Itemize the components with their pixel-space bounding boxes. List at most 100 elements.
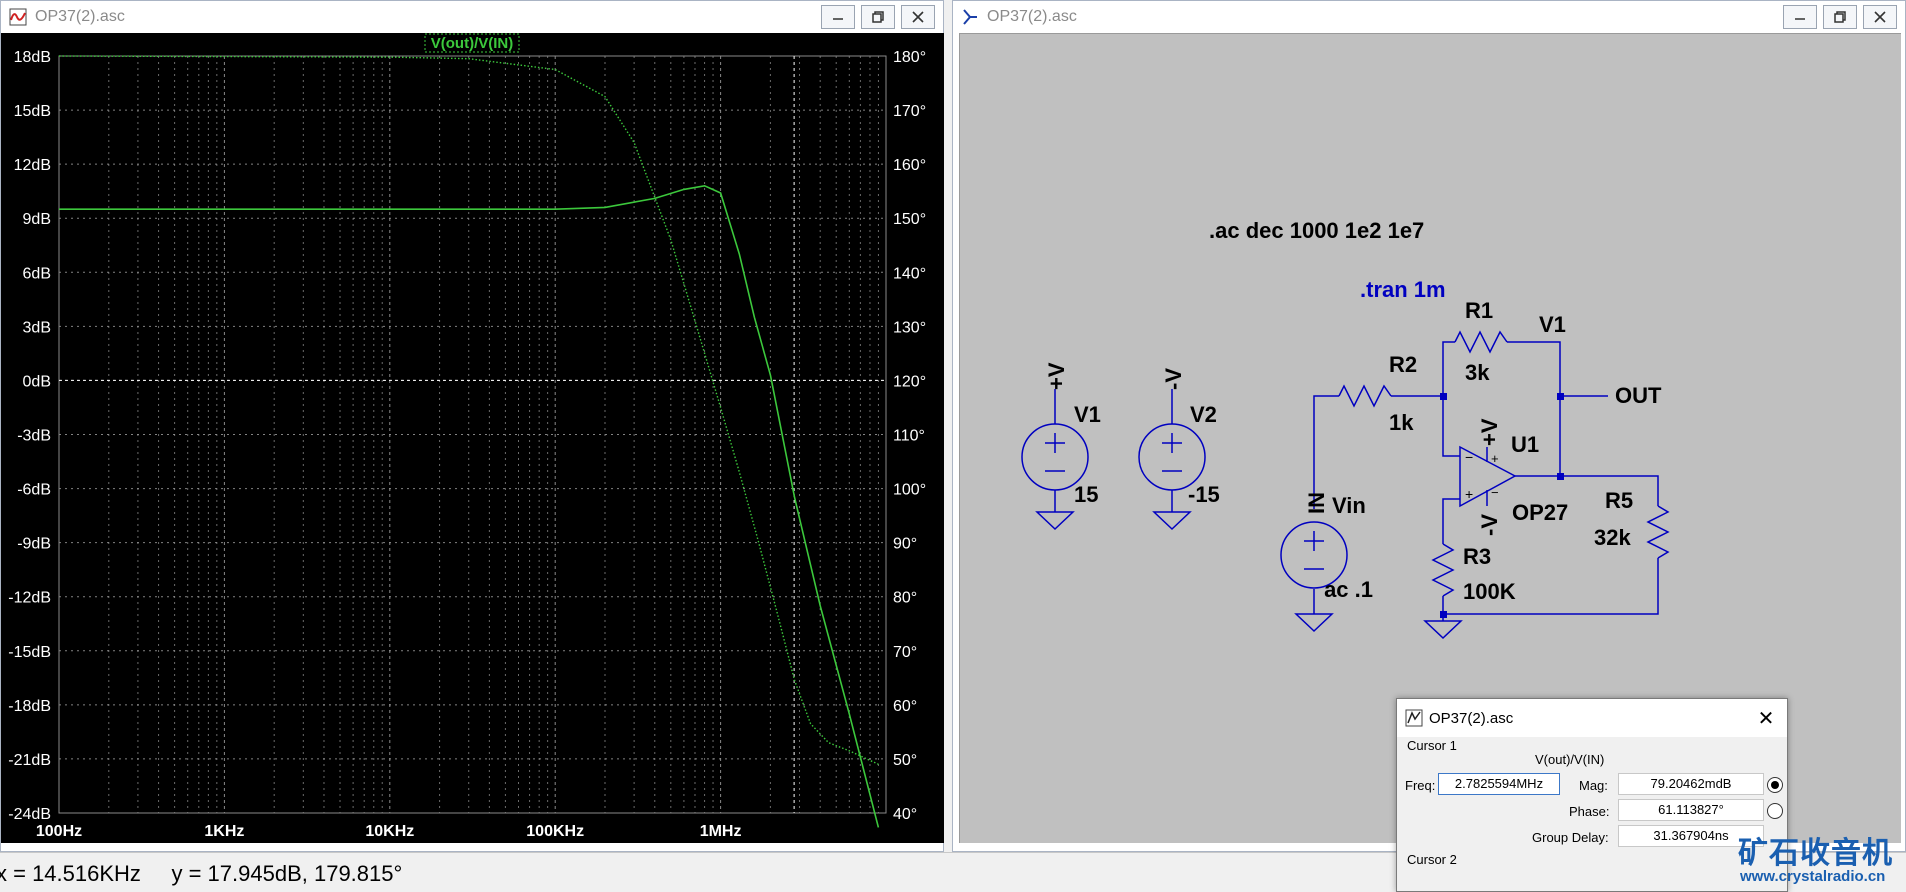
close-button[interactable] [901, 5, 935, 29]
cursor2-group-label: Cursor 2 [1407, 852, 1457, 867]
y-right-tick-label: 180° [893, 49, 926, 66]
v1-node-label[interactable]: V1 [1539, 312, 1566, 337]
y-right-tick-label: 110° [893, 428, 925, 445]
v1-value[interactable]: 15 [1074, 482, 1098, 507]
y-left-tick-label: 9dB [23, 211, 51, 228]
vin-value[interactable]: ac .1 [1324, 577, 1373, 602]
r2-label[interactable]: R2 [1389, 352, 1417, 377]
mag-value[interactable]: 79.20462mdB [1618, 773, 1764, 795]
y-right-tick-label: 100° [893, 482, 926, 499]
x-tick-label: 1KHz [204, 823, 244, 840]
x-tick-label: 100Hz [36, 823, 82, 840]
v2-label[interactable]: V2 [1190, 402, 1217, 427]
watermark-logo: 矿石收音机 www.crystalradio.cn [1738, 828, 1906, 892]
trace-label: V(out)/V(IN) [431, 35, 513, 52]
opamp-minus-input: − [1465, 449, 1473, 465]
minimize-button[interactable] [821, 5, 855, 29]
waveform-titlebar[interactable]: OP37(2).asc [1, 1, 943, 33]
resistor-r2[interactable] [1338, 384, 1392, 408]
schematic-titlebar[interactable]: OP37(2).asc [953, 1, 1905, 33]
cursor-icon [1405, 709, 1423, 727]
y-left-tick-label: 6dB [23, 265, 51, 282]
y-right-tick-label: 80° [893, 590, 917, 607]
opamp-neg-pin: − [1491, 485, 1499, 500]
waveform-icon [7, 6, 29, 28]
y-left-tick-label: -12dB [8, 590, 51, 607]
plot-area[interactable]: 18dB 15dB 12dB 9dB 6dB 3dB 0dB -3dB -6dB -9dB -12d… [1, 33, 945, 843]
r3-value[interactable]: 100K [1463, 579, 1516, 604]
r3-label[interactable]: R3 [1463, 544, 1491, 569]
cursor-dialog[interactable]: OP37(2).asc ✕ Cursor 1 V(out)/V(IN) Freq… [1396, 698, 1788, 892]
ground-icon [1035, 511, 1075, 531]
resistor-r3[interactable] [1431, 543, 1455, 597]
vin-net-label[interactable]: IN [1304, 492, 1329, 514]
v1-net-label[interactable]: +V [1044, 362, 1069, 390]
waveform-window-title: OP37(2).asc [35, 8, 125, 25]
y-right-tick-label: 90° [893, 536, 917, 553]
opamp-plus-input: + [1465, 486, 1473, 502]
y-right-tick-label: 60° [893, 698, 917, 715]
ground-icon [1423, 620, 1463, 640]
y-left-tick-label: -18dB [8, 698, 51, 715]
watermark-url: www.crystalradio.cn [1740, 868, 1886, 885]
r1-label[interactable]: R1 [1465, 298, 1493, 323]
mag-radio[interactable] [1767, 777, 1783, 793]
resistor-r1[interactable] [1454, 330, 1508, 354]
opamp-u1[interactable]: − + + − [1459, 445, 1517, 508]
r5-label[interactable]: R5 [1605, 488, 1633, 513]
minimize-button[interactable] [1783, 5, 1817, 29]
dialog-title: OP37(2).asc [1429, 709, 1514, 727]
r2-value[interactable]: 1k [1389, 410, 1414, 435]
r5-value[interactable]: 32k [1594, 525, 1631, 550]
y-right-tick-label: 70° [893, 644, 917, 661]
freq-input[interactable]: 2.7825594MHz [1438, 773, 1560, 795]
y-right-tick-label: 150° [893, 211, 926, 228]
waveform-window[interactable]: OP37(2).asc 18dB 15dB 12dB 9dB 6dB 3dB 0dB -3dB… [0, 0, 945, 852]
schematic-window-title: OP37(2).asc [987, 8, 1077, 25]
opamp-pos-pin: + [1491, 451, 1499, 466]
group-delay-label: Group Delay: [1532, 830, 1609, 845]
tran-directive[interactable]: .tran 1m [1360, 277, 1446, 302]
y-left-tick-label: -24dB [8, 806, 51, 823]
cursor-readout: x = 14.516KHz y = 17.945dB, 179.815° [0, 861, 403, 886]
v2-value[interactable]: -15 [1188, 482, 1220, 507]
dialog-titlebar[interactable]: OP37(2).asc ✕ [1397, 699, 1787, 737]
x-tick-label: 100KHz [526, 823, 584, 840]
vin-label[interactable]: Vin [1332, 493, 1366, 518]
cursor1-group-label: Cursor 1 [1407, 738, 1457, 753]
close-icon[interactable]: ✕ [1755, 707, 1777, 730]
restore-button[interactable] [1823, 5, 1857, 29]
y-right-tick-label: 40° [893, 806, 917, 823]
ac-directive[interactable]: .ac dec 1000 1e2 1e7 [1209, 218, 1424, 243]
y-left-tick-label: -9dB [17, 536, 51, 553]
y-left-tick-label: 3dB [23, 319, 51, 336]
u1-model[interactable]: OP27 [1512, 500, 1568, 525]
phase-value[interactable]: 61.113827° [1618, 799, 1764, 821]
x-tick-label: 10KHz [365, 823, 414, 840]
y-right-tick-label: 170° [893, 103, 926, 120]
restore-button[interactable] [861, 5, 895, 29]
u1-label[interactable]: U1 [1511, 432, 1539, 457]
y-left-tick-label: -3dB [17, 428, 51, 445]
u1-neg-net[interactable]: -V [1477, 514, 1502, 536]
ground-icon [1294, 613, 1334, 633]
y-left-tick-label: 12dB [14, 157, 51, 174]
y-right-tick-label: 160° [893, 157, 926, 174]
out-net-label[interactable]: OUT [1615, 383, 1662, 408]
v2-net-label[interactable]: -V [1161, 368, 1186, 390]
y-right-tick-label: 140° [893, 265, 926, 282]
y-right-tick-label: 50° [893, 752, 917, 769]
y-right-tick-label: 130° [893, 319, 926, 336]
watermark-main: 矿石收音机 [1738, 836, 1893, 871]
freq-label: Freq: [1405, 778, 1436, 793]
y-left-tick-label: 18dB [14, 49, 51, 66]
v1-label[interactable]: V1 [1074, 402, 1101, 427]
phase-radio[interactable] [1767, 803, 1783, 819]
cursor-expression: V(out)/V(IN) [1535, 752, 1605, 767]
close-button[interactable] [1863, 5, 1897, 29]
r1-value[interactable]: 3k [1465, 360, 1490, 385]
bode-plot[interactable]: 18dB 15dB 12dB 9dB 6dB 3dB 0dB -3dB -6dB -9dB -12d… [1, 33, 945, 843]
resistor-r5[interactable] [1646, 505, 1670, 559]
u1-pos-net[interactable]: +V [1477, 418, 1502, 446]
y-left-tick-label: 0dB [23, 373, 51, 390]
